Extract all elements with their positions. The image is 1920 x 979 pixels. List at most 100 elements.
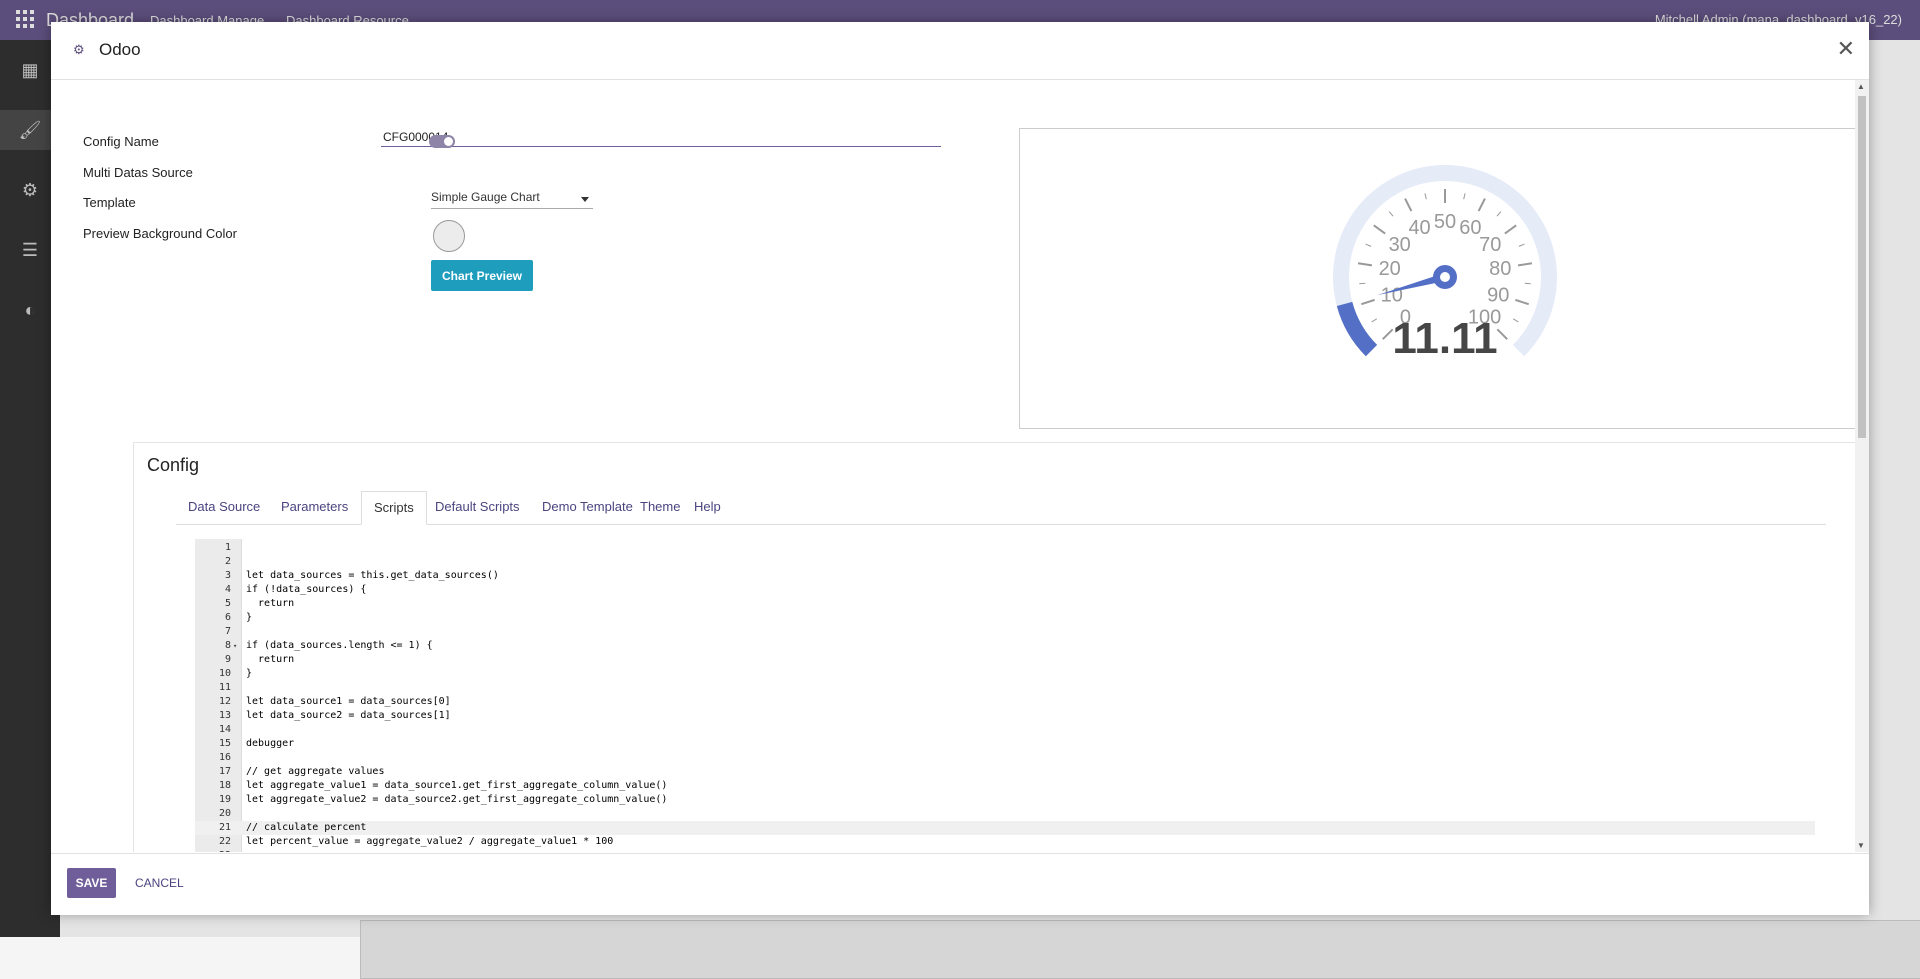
script-code-editor[interactable]: 123let data_sources = this.get_data_sour…	[195, 539, 1815, 852]
contrast-icon[interactable]: ◐	[20, 300, 40, 320]
dialog-body[interactable]: Config Name Multi Datas Source Template …	[51, 80, 1869, 852]
code-line[interactable]: 10}	[195, 667, 1815, 681]
code-line[interactable]: 8▾if (data_sources.length <= 1) {	[195, 639, 1815, 653]
code-line[interactable]: 19let aggregate_value2 = data_source2.ge…	[195, 793, 1815, 807]
tab-data-source[interactable]: Data Source	[176, 491, 272, 523]
code-line[interactable]: 21// calculate percent	[195, 821, 1815, 835]
code-line[interactable]: 16	[195, 751, 1815, 765]
code-line[interactable]: 14	[195, 723, 1815, 737]
gauge-major-tick	[1515, 300, 1528, 304]
template-label: Template	[83, 195, 136, 210]
line-number: 16	[195, 751, 231, 765]
code-text: let data_source1 = data_sources[0]	[246, 695, 451, 709]
gauge-tick-label: 10	[1381, 284, 1403, 306]
scrollbar-thumb[interactable]	[1858, 96, 1866, 438]
code-line[interactable]: 4if (!data_sources) {	[195, 583, 1815, 597]
gauge-hub-center	[1440, 272, 1450, 282]
tab-help[interactable]: Help	[682, 491, 733, 523]
canvas-strip	[360, 920, 1920, 979]
code-line[interactable]: 12 let data_source1 = data_sources[0]	[195, 695, 1815, 709]
code-text: }	[246, 611, 252, 625]
line-number: 20	[195, 807, 231, 821]
code-line[interactable]: 13 let data_source2 = data_sources[1]	[195, 709, 1815, 723]
code-line[interactable]: 7	[195, 625, 1815, 639]
multi-source-toggle[interactable]	[429, 135, 455, 148]
gauge-tick-label: 40	[1408, 217, 1430, 239]
config-name-input[interactable]	[381, 128, 941, 147]
tab-parameters[interactable]: Parameters	[269, 491, 360, 523]
gear-icon[interactable]: ⚙	[20, 180, 40, 200]
chart-preview-panel: 010203040506070809010011.11	[1019, 128, 1869, 429]
gauge-major-tick	[1358, 263, 1372, 265]
line-number: 1	[195, 541, 231, 555]
line-number: 6	[195, 611, 231, 625]
code-line[interactable]: 15debugger	[195, 737, 1815, 751]
code-line[interactable]: 18let aggregate_value1 = data_source1.ge…	[195, 779, 1815, 793]
gauge-tick-label: 80	[1489, 258, 1511, 280]
code-text: // calculate percent	[246, 821, 366, 835]
line-number: 19	[195, 793, 231, 807]
code-line[interactable]: 3let data_sources = this.get_data_source…	[195, 569, 1815, 583]
line-number: 10	[195, 667, 231, 681]
gauge-major-tick	[1405, 199, 1411, 211]
gauge-tick-label: 70	[1479, 234, 1501, 256]
template-select[interactable]: Simple Gauge Chart	[431, 190, 593, 209]
code-text: }	[246, 667, 252, 681]
line-number: 8	[195, 639, 231, 653]
code-line[interactable]: 1	[195, 541, 1815, 555]
code-line[interactable]: 6}	[195, 611, 1815, 625]
config-tabs: Data Source Parameters Scripts Default S…	[176, 491, 1826, 525]
gauge-minor-tick	[1497, 212, 1501, 217]
gauge-major-tick	[1497, 329, 1507, 339]
code-line[interactable]: 5 return	[195, 597, 1815, 611]
code-line[interactable]: 20	[195, 807, 1815, 821]
tab-scripts[interactable]: Scripts	[361, 491, 427, 525]
line-number: 13	[195, 709, 231, 723]
gauge-progress	[1345, 304, 1372, 351]
chart-preview-button[interactable]: Chart Preview	[431, 260, 533, 291]
bg-color-swatch[interactable]	[433, 220, 465, 252]
save-button[interactable]: SAVE	[67, 868, 116, 898]
code-text: let percent_value = aggregate_value2 / a…	[246, 835, 613, 849]
code-line[interactable]: 11	[195, 681, 1815, 695]
gauge-value-label: 11.11	[1392, 314, 1497, 363]
scroll-down-icon[interactable]: ▼	[1857, 841, 1865, 850]
bug-icon: ⚙	[73, 42, 87, 56]
code-text: if (!data_sources) {	[246, 583, 366, 597]
code-line[interactable]: 22 let percent_value = aggregate_value2 /…	[195, 835, 1815, 849]
gauge-chart: 010203040506070809010011.11	[1020, 129, 1869, 428]
fold-arrow-icon[interactable]: ▾	[233, 639, 237, 653]
line-number: 7	[195, 625, 231, 639]
dashboard-icon[interactable]: ▦	[20, 60, 40, 80]
line-number: 5	[195, 597, 231, 611]
toggle-knob	[444, 137, 453, 146]
code-line[interactable]: 2	[195, 555, 1815, 569]
dialog-scrollbar[interactable]: ▲ ▼	[1855, 80, 1869, 852]
config-dialog: ⚙ Odoo ✕ Config Name Multi Datas Source …	[51, 22, 1869, 914]
code-text: return	[246, 597, 294, 611]
gauge-major-tick	[1479, 199, 1485, 211]
line-number: 12	[195, 695, 231, 709]
gauge-minor-tick	[1513, 319, 1518, 322]
gauge-minor-tick	[1425, 193, 1426, 199]
gauge-tick-label: 90	[1487, 284, 1509, 306]
code-line[interactable]: 23	[195, 849, 1815, 852]
line-number: 22	[195, 835, 231, 849]
gauge-minor-tick	[1519, 244, 1525, 246]
cancel-button[interactable]: CANCEL	[129, 868, 190, 898]
code-text: let data_source2 = data_sources[1]	[246, 709, 451, 723]
gauge-major-tick	[1361, 300, 1374, 304]
config-title: Config	[147, 455, 199, 476]
close-icon[interactable]: ✕	[1837, 36, 1855, 62]
scroll-up-icon[interactable]: ▲	[1857, 82, 1865, 91]
bg-color-label: Preview Background Color	[83, 226, 237, 241]
code-line[interactable]: 17// get aggregate values	[195, 765, 1815, 779]
code-line[interactable]: 9 return	[195, 653, 1815, 667]
line-number: 9	[195, 653, 231, 667]
chevron-down-icon	[581, 197, 589, 202]
dialog-footer: SAVE CANCEL	[51, 853, 1869, 915]
apps-grid-icon[interactable]	[16, 10, 34, 28]
gauge-major-tick	[1374, 225, 1385, 233]
tab-default-scripts[interactable]: Default Scripts	[423, 491, 532, 523]
list-icon[interactable]: ☰	[20, 240, 40, 260]
